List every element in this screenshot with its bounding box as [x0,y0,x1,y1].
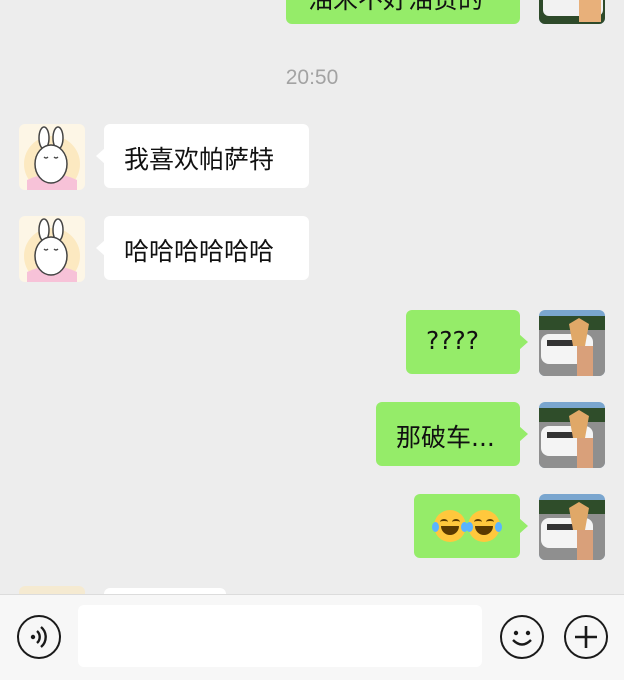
bunny-avatar-image [19,216,85,282]
message-text: 哈哈哈哈哈哈 [124,237,275,266]
input-bar [0,594,624,680]
message-text: 我喜欢帕萨特 [124,145,275,174]
timestamp: 20:50 [285,66,339,89]
message-bubble-outgoing[interactable]: ???? [406,310,528,374]
tears-of-joy-icon [466,510,502,542]
smiley-icon [512,630,532,646]
car-photo-avatar-image [539,494,605,560]
my-avatar[interactable] [539,402,605,468]
message-bubble-outgoing[interactable]: 那破车... [376,402,528,466]
message-text: 那破车... [396,423,495,452]
chat-area[interactable]: 油米不好油贵的 20:50 我喜欢帕萨特 [0,0,624,594]
car-photo-avatar-image [539,402,605,468]
contact-avatar[interactable] [19,216,85,282]
tears-of-joy-icon [432,510,468,542]
more-button[interactable] [564,615,608,659]
message-text: 油米不好油贵的 [308,0,483,14]
plus-icon [575,626,597,648]
message-input[interactable] [78,605,482,667]
contact-avatar[interactable] [19,124,85,190]
car-photo-avatar-image [539,310,605,376]
emoji-button[interactable] [500,615,544,659]
voice-icon [30,626,47,648]
bunny-avatar-image [19,124,85,190]
message-bubble-outgoing[interactable]: 油米不好油贵的 [286,0,520,24]
voice-button[interactable] [17,615,61,659]
my-avatar[interactable] [539,494,605,560]
message-bubble-incoming[interactable]: 哈哈哈哈哈哈 [96,216,309,280]
my-avatar[interactable] [539,310,605,376]
message-bubble-outgoing[interactable] [414,494,528,558]
contact-avatar[interactable] [19,586,85,594]
message-bubble-incoming[interactable]: 我喜欢帕萨特 [96,124,309,188]
message-text: ???? [426,326,480,355]
my-avatar[interactable] [539,0,605,24]
